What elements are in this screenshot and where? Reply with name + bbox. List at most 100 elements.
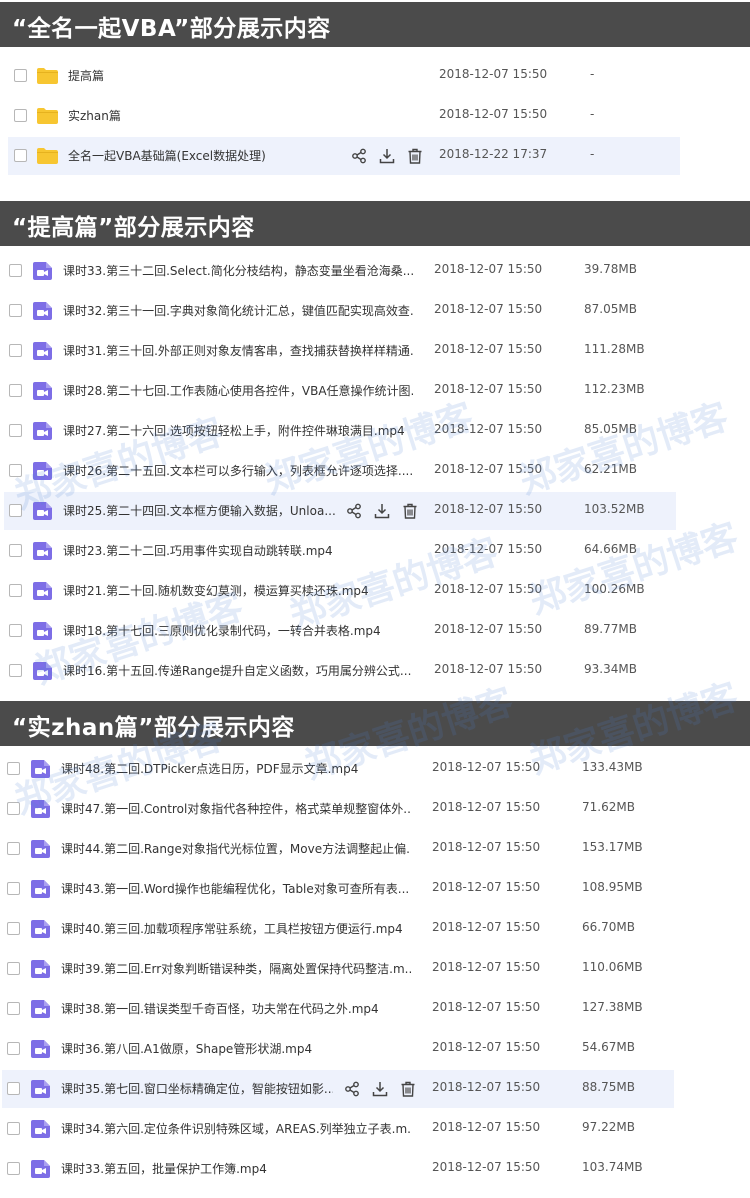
row-checkbox[interactable] [14,149,27,162]
row-checkbox[interactable] [9,384,22,397]
modified-date: 2018-12-07 15:50 [432,1120,541,1134]
file-name[interactable]: 实zhan篇 [68,107,121,124]
file-row[interactable]: 课时48.第二回.DTPicker点选日历，PDF显示文章.mp4 2018-12… [2,750,674,788]
row-checkbox[interactable] [7,762,20,775]
file-name[interactable]: 课时39.第二回.Err对象判断错误种类，隔离处置保持代码整洁.m... [61,960,411,977]
file-name[interactable]: 课时23.第二十二回.巧用事件实现自动跳转联.mp4 [63,542,333,559]
file-name[interactable]: 课时33.第三十二回.Select.简化分枝结构，静态变量坐看沧海桑... [63,262,413,279]
video-file-icon [31,1040,50,1058]
row-checkbox[interactable] [14,109,27,122]
download-icon[interactable] [379,148,395,164]
file-row[interactable]: 课时26.第二十五回.文本栏可以多行输入，列表框允许逐项选择.... 2018-1… [4,452,676,490]
file-row[interactable]: 课时33.第三十二回.Select.简化分枝结构，静态变量坐看沧海桑... 201… [4,252,676,290]
row-checkbox[interactable] [9,264,22,277]
file-row[interactable]: 课时43.第一回.Word操作也能编程优化，Table对象可查所有表... 201… [2,870,674,908]
folder-row[interactable]: 全名一起VBA基础篇(Excel数据处理) 2018-12-22 17:37 - [8,137,680,175]
file-name[interactable]: 课时33.第五回，批量保护工作簿.mp4 [61,1160,267,1177]
video-file-icon [31,1160,50,1178]
row-checkbox[interactable] [14,69,27,82]
file-name[interactable]: 课时27.第二十六回.选项按钮轻松上手，附件控件琳琅满目.mp4 [63,422,405,439]
download-icon[interactable] [372,1081,388,1097]
file-name[interactable]: 课时43.第一回.Word操作也能编程优化，Table对象可查所有表... [61,880,409,897]
row-checkbox[interactable] [9,584,22,597]
row-checkbox[interactable] [7,1042,20,1055]
folder-row[interactable]: 实zhan篇 2018-12-07 15:50 - [8,97,680,135]
file-name[interactable]: 课时44.第二回.Range对象指代光标位置，Move方法调整起止偏... [61,840,411,857]
file-size: 87.05MB [584,302,637,316]
file-name[interactable]: 课时38.第一回.错误类型千奇百怪，功夫常在代码之外.mp4 [61,1000,379,1017]
file-name[interactable]: 课时26.第二十五回.文本栏可以多行输入，列表框允许逐项选择.... [63,462,413,479]
trash-icon[interactable] [400,1081,416,1097]
download-icon[interactable] [374,503,390,519]
share-icon[interactable] [346,503,362,519]
file-row[interactable]: 课时36.第八回.A1做原，Shape管形状湖.mp4 2018-12-07 15… [2,1030,674,1068]
row-checkbox[interactable] [9,424,22,437]
video-file-icon [33,582,52,600]
share-icon[interactable] [344,1081,360,1097]
file-row[interactable]: 课时18.第十七回.三原则优化录制代码，一转合并表格.mp4 2018-12-07… [4,612,676,650]
video-file-icon [33,342,52,360]
file-name[interactable]: 课时36.第八回.A1做原，Shape管形状湖.mp4 [61,1040,312,1057]
row-checkbox[interactable] [9,544,22,557]
file-name[interactable]: 课时31.第三十回.外部正则对象友情客串，查找捕获替换样样精通... [63,342,413,359]
file-name[interactable]: 课时35.第七回.窗口坐标精确定位，智能按钮如影... [61,1080,333,1097]
row-checkbox[interactable] [7,1162,20,1175]
file-row[interactable]: 课时44.第二回.Range对象指代光标位置，Move方法调整起止偏... 201… [2,830,674,868]
row-checkbox[interactable] [7,1082,20,1095]
file-name[interactable]: 全名一起VBA基础篇(Excel数据处理) [68,147,266,164]
file-name[interactable]: 课时16.第十五回.传递Range提升自定义函数，巧用属分辨公式... [63,662,411,679]
file-name[interactable]: 课时34.第六回.定位条件识别特殊区域，AREAS.列举独立子表.m... [61,1120,411,1137]
share-icon[interactable] [351,148,367,164]
row-checkbox[interactable] [7,1122,20,1135]
video-file-icon [31,800,50,818]
file-name[interactable]: 课时18.第十七回.三原则优化录制代码，一转合并表格.mp4 [63,622,381,639]
file-name[interactable]: 课时48.第二回.DTPicker点选日历，PDF显示文章.mp4 [61,760,358,777]
row-checkbox[interactable] [9,304,22,317]
file-row[interactable]: 课时38.第一回.错误类型千奇百怪，功夫常在代码之外.mp4 2018-12-07… [2,990,674,1028]
row-checkbox[interactable] [9,504,22,517]
file-name[interactable]: 课时40.第三回.加载项程序常驻系统，工具栏按钮方便运行.mp4 [61,920,403,937]
row-checkbox[interactable] [7,802,20,815]
row-checkbox[interactable] [9,344,22,357]
row-checkbox[interactable] [7,922,20,935]
file-row[interactable]: 课时32.第三十一回.字典对象简化统计汇总，键值匹配实现高效查... 2018-1… [4,292,676,330]
row-actions [351,148,423,164]
file-row[interactable]: 课时25.第二十四回.文本框方便输入数据，Unloa... 2018-12-07 … [4,492,676,530]
file-name[interactable]: 提高篇 [68,67,104,84]
modified-date: 2018-12-07 15:50 [434,262,543,276]
row-checkbox[interactable] [9,624,22,637]
trash-icon[interactable] [402,503,418,519]
file-name[interactable]: 课时21.第二十回.随机数变幻莫测，模运算买椟还珠.mp4 [63,582,369,599]
modified-date: 2018-12-07 15:50 [432,800,541,814]
file-row[interactable]: 课时27.第二十六回.选项按钮轻松上手，附件控件琳琅满目.mp4 2018-12-… [4,412,676,450]
modified-date: 2018-12-07 15:50 [434,302,543,316]
row-checkbox[interactable] [7,1002,20,1015]
file-name[interactable]: 课时32.第三十一回.字典对象简化统计汇总，键值匹配实现高效查... [63,302,413,319]
file-row[interactable]: 课时28.第二十七回.工作表随心使用各控件，VBA任意操作统计图... 2018-… [4,372,676,410]
file-row[interactable]: 课时21.第二十回.随机数变幻莫测，模运算买椟还珠.mp4 2018-12-07 … [4,572,676,610]
row-checkbox[interactable] [9,664,22,677]
folder-row[interactable]: 提高篇 2018-12-07 15:50 - [8,57,680,95]
row-checkbox[interactable] [7,842,20,855]
trash-icon[interactable] [407,148,423,164]
file-size: 66.70MB [582,920,635,934]
modified-date: 2018-12-07 15:50 [439,107,548,121]
modified-date: 2018-12-07 15:50 [434,342,543,356]
file-name[interactable]: 课时28.第二十七回.工作表随心使用各控件，VBA任意操作统计图... [63,382,413,399]
file-row[interactable]: 课时23.第二十二回.巧用事件实现自动跳转联.mp4 2018-12-07 15:… [4,532,676,570]
file-row[interactable]: 课时39.第二回.Err对象判断错误种类，隔离处置保持代码整洁.m... 2018… [2,950,674,988]
file-row[interactable]: 课时16.第十五回.传递Range提升自定义函数，巧用属分辨公式... 2018-… [4,652,676,690]
file-row[interactable]: 课时40.第三回.加载项程序常驻系统，工具栏按钮方便运行.mp4 2018-12-… [2,910,674,948]
file-row[interactable]: 课时34.第六回.定位条件识别特殊区域，AREAS.列举独立子表.m... 201… [2,1110,674,1148]
modified-date: 2018-12-07 15:50 [434,662,543,676]
row-checkbox[interactable] [7,962,20,975]
file-row[interactable]: 课时31.第三十回.外部正则对象友情客串，查找捕获替换样样精通... 2018-1… [4,332,676,370]
file-row[interactable]: 课时47.第一回.Control对象指代各种控件，格式菜单规整窗体外... 201… [2,790,674,828]
modified-date: 2018-12-07 15:50 [432,920,541,934]
file-row[interactable]: 课时35.第七回.窗口坐标精确定位，智能按钮如影... 2018-12-07 15… [2,1070,674,1108]
file-name[interactable]: 课时25.第二十四回.文本框方便输入数据，Unloa... [63,502,335,519]
file-name[interactable]: 课时47.第一回.Control对象指代各种控件，格式菜单规整窗体外... [61,800,411,817]
row-checkbox[interactable] [9,464,22,477]
file-row[interactable]: 课时33.第五回，批量保护工作簿.mp4 2018-12-07 15:50 103.… [2,1150,674,1188]
row-checkbox[interactable] [7,882,20,895]
